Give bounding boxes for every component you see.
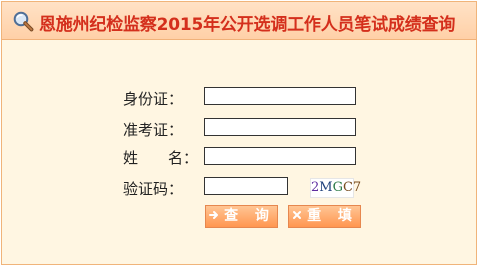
exam-number-input[interactable] xyxy=(204,118,356,136)
header-bar: 恩施州纪检监察2015年公开选调工作人员笔试成绩查询 xyxy=(2,2,476,40)
close-icon xyxy=(293,211,302,219)
page-title: 恩施州纪检监察2015年公开选调工作人员笔试成绩查询 xyxy=(39,15,456,35)
captcha-character: G xyxy=(332,180,343,195)
query-panel: 恩施州纪检监察2015年公开选调工作人员笔试成绩查询 身份证： 准考证： 姓 名… xyxy=(1,1,477,265)
id-number-label: 身份证： xyxy=(123,90,184,108)
id-number-input[interactable] xyxy=(204,87,356,105)
captcha-image[interactable]: 2MGC7 xyxy=(310,178,361,198)
reset-button-label: 重 填 xyxy=(307,208,358,224)
name-label: 姓 名： xyxy=(123,149,199,167)
query-button[interactable]: 查 询 xyxy=(205,205,278,228)
captcha-character: C7 xyxy=(342,180,362,195)
verification-code-label: 验证码： xyxy=(123,180,184,198)
query-button-label: 查 询 xyxy=(224,208,275,224)
captcha-character: M xyxy=(319,180,333,195)
arrow-right-icon xyxy=(209,211,219,219)
name-input[interactable] xyxy=(204,147,356,165)
exam-number-label: 准考证： xyxy=(123,121,184,139)
magnifier-icon xyxy=(13,11,34,32)
verification-code-input[interactable] xyxy=(204,177,288,195)
reset-button[interactable]: 重 填 xyxy=(288,205,361,228)
